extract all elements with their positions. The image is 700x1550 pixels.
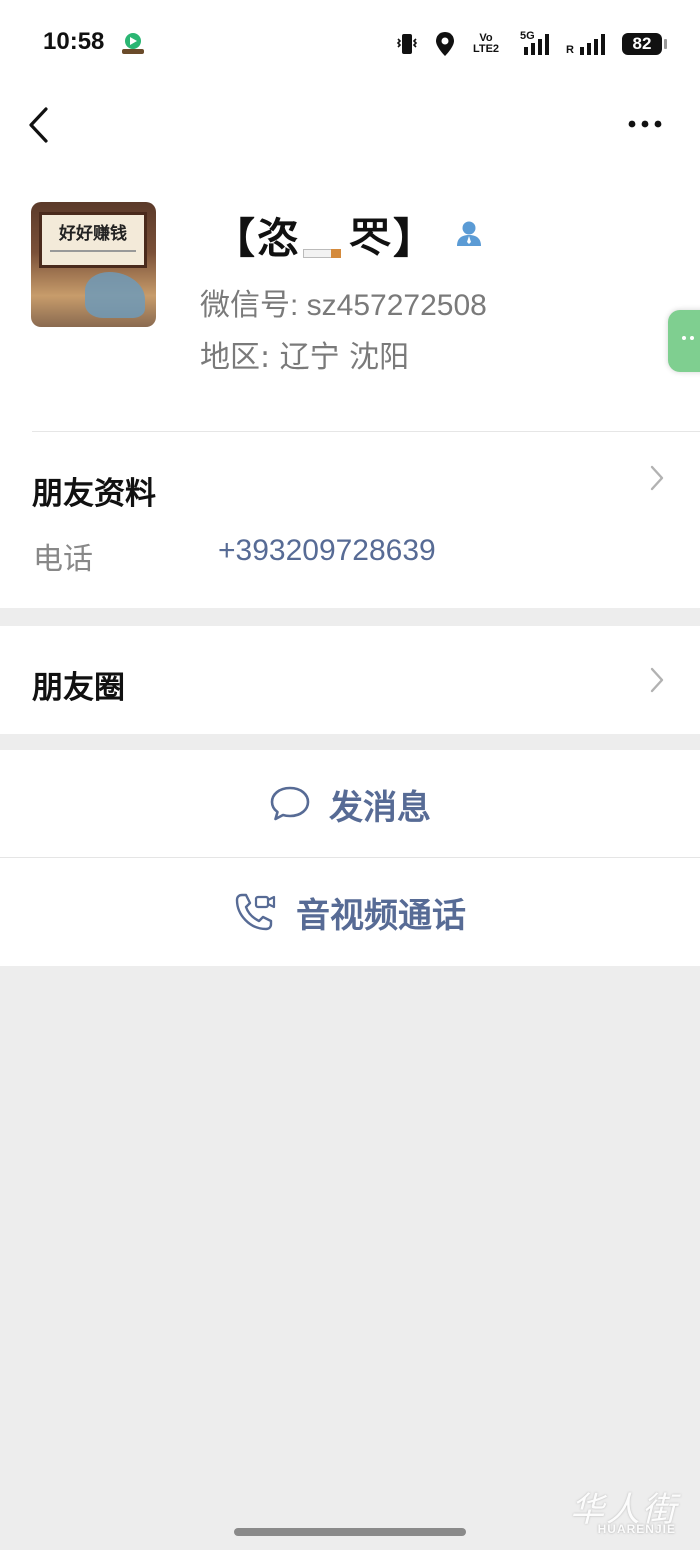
status-bar: 10:58 Vo LTE2 5G R 82 (0, 0, 700, 88)
status-icons: Vo LTE2 5G R 82 (394, 28, 667, 60)
friend-info-title: 朋友资料 (32, 476, 156, 512)
chat-bubble-icon (270, 786, 310, 821)
home-indicator[interactable] (234, 1528, 466, 1536)
send-message-button[interactable]: 发消息 (0, 750, 700, 858)
video-call-icon (235, 893, 276, 931)
moments-title: 朋友圈 (32, 670, 125, 706)
avatar-plaque: 好好赚钱 (39, 212, 147, 268)
watermark-logo: 华人街 HUARENJIE (570, 1490, 678, 1536)
phone-number-link[interactable]: +393209728639 (218, 534, 436, 568)
moments-row[interactable]: 朋友圈 (0, 626, 700, 734)
chevron-right-icon (650, 465, 664, 491)
status-time: 10:58 (43, 28, 105, 55)
floating-chat-tab[interactable] (668, 310, 700, 372)
phone-label: 电话 (33, 542, 93, 577)
signal-roaming-icon: R (566, 31, 608, 57)
back-button[interactable] (22, 103, 58, 147)
app-notification-icon (122, 33, 144, 54)
cigarette-emoji-icon (301, 222, 349, 262)
divider (32, 431, 700, 432)
contact-person-icon (457, 221, 481, 246)
battery-icon: 82 (622, 33, 667, 55)
vibrate-icon (396, 34, 418, 54)
location-icon (436, 32, 454, 56)
region: 地区: 辽宁 沈阳 (200, 340, 410, 375)
avatar[interactable]: 好好赚钱 (31, 202, 156, 327)
volte-label: Vo LTE2 (472, 32, 500, 55)
chevron-right-icon (650, 667, 664, 693)
more-button[interactable] (625, 112, 665, 136)
avatar-decoration (85, 272, 145, 318)
wechat-id: 微信号: sz457272508 (200, 289, 487, 322)
signal-5g-icon: 5G (516, 31, 552, 57)
av-call-button[interactable]: 音视频通话 (0, 858, 700, 966)
av-call-label: 音视频通话 (296, 895, 466, 936)
send-message-label: 发消息 (329, 787, 431, 828)
display-name: 【恣 罖】 (213, 214, 438, 263)
